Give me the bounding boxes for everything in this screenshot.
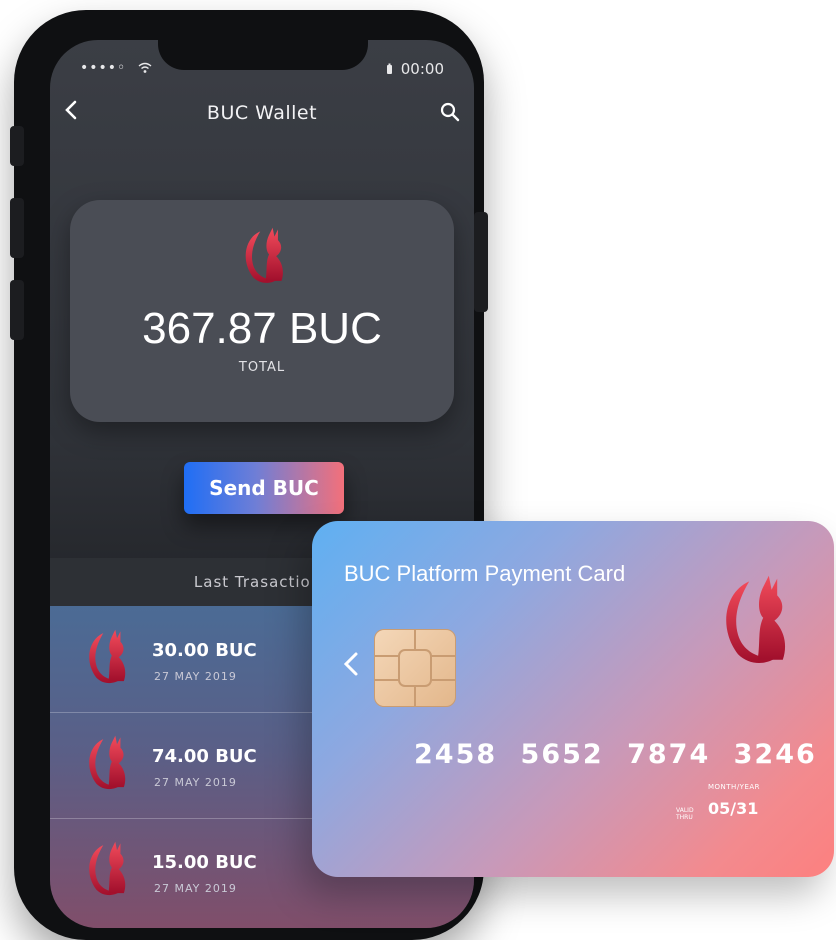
status-bar-left: ••••◦ <box>80 60 152 76</box>
send-buc-button[interactable]: Send BUC <box>184 462 344 514</box>
card-number: 2458 5652 7874 3246 <box>414 739 817 770</box>
search-icon <box>440 102 460 122</box>
search-button[interactable] <box>440 102 460 126</box>
phone-volume-up <box>10 198 24 258</box>
balance-label: TOTAL <box>238 360 286 375</box>
page-title: BUC Wallet <box>206 102 318 124</box>
wifi-icon <box>138 62 152 73</box>
signal-indicator: ••••◦ <box>80 60 127 76</box>
phone-side-button <box>10 126 24 166</box>
payment-card[interactable]: BUC Platform Payment Card 2458 5652 7874… <box>312 521 834 877</box>
transaction-amount: 30.00 BUC <box>152 640 257 661</box>
cat-logo-icon <box>710 573 794 671</box>
cat-logo-icon <box>78 840 132 900</box>
card-expiry: 05/31 <box>708 799 759 818</box>
transaction-date: 27 MAY 2019 <box>154 776 237 789</box>
phone-volume-down <box>10 280 24 340</box>
sim-chip-icon <box>374 629 456 707</box>
phone-notch <box>158 40 368 70</box>
transaction-date: 27 MAY 2019 <box>154 670 237 683</box>
transaction-amount: 74.00 BUC <box>152 746 257 767</box>
cat-logo-icon <box>78 734 132 794</box>
phone-power-button <box>474 212 488 312</box>
balance-card: 367.87 BUC TOTAL <box>70 200 454 422</box>
chevron-left-icon <box>343 652 358 676</box>
cat-logo-icon <box>78 628 132 688</box>
transaction-date: 27 MAY 2019 <box>154 882 237 895</box>
valid-thru-label: VALID THRU <box>676 807 694 821</box>
balance-amount: 367.87 BUC <box>142 304 382 353</box>
battery-icon <box>386 63 392 74</box>
card-title: BUC Platform Payment Card <box>344 561 626 586</box>
expiry-label: MONTH/YEAR <box>708 783 761 791</box>
cat-logo-icon <box>234 226 290 288</box>
status-bar-right: 00:00 <box>386 60 444 78</box>
card-prev-button[interactable] <box>342 647 360 687</box>
transaction-amount: 15.00 BUC <box>152 852 257 873</box>
status-time: 00:00 <box>400 60 444 78</box>
